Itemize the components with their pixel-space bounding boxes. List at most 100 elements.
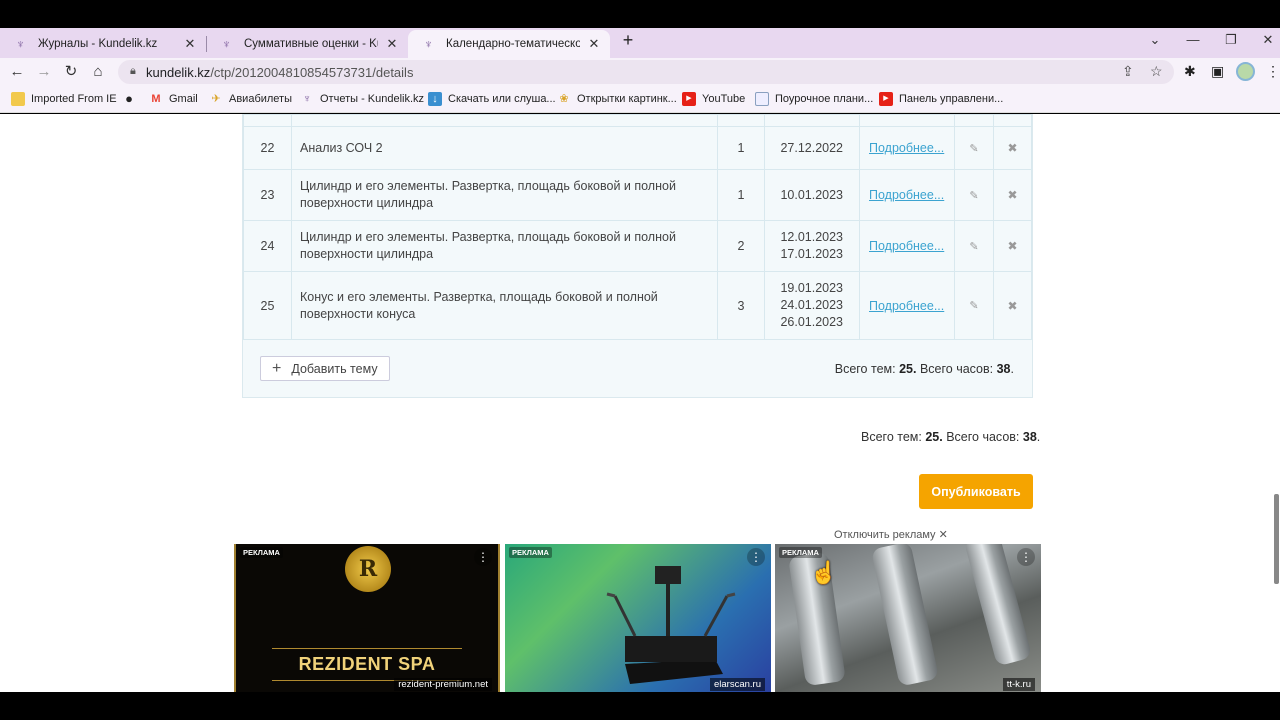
topics-label: Всего тем: bbox=[861, 430, 922, 444]
ad-domain[interactable]: elarscan.ru bbox=[710, 678, 765, 691]
lock-icon[interactable]: 🔒︎ bbox=[130, 65, 136, 78]
cell: Подробнее... bbox=[859, 220, 955, 272]
gmail-icon: M bbox=[151, 93, 161, 105]
bookmark-gmail[interactable]: M Gmail bbox=[149, 92, 197, 106]
window-close-button[interactable]: ✕ bbox=[1258, 32, 1278, 48]
bookmark-flights[interactable]: ✈ Авиабилеты bbox=[209, 92, 292, 106]
totals-end: . bbox=[1036, 430, 1041, 444]
home-icon[interactable]: ⌂ bbox=[89, 63, 107, 81]
close-icon[interactable]: ✕ bbox=[182, 36, 198, 52]
details-link[interactable]: Подробнее... bbox=[869, 141, 944, 155]
navigation-bar: ← → ↻ ⌂ 🔒︎ kundelik.kz/ctp/2012004810854… bbox=[0, 58, 1280, 86]
row-number: 24 bbox=[243, 220, 292, 272]
publish-button[interactable]: Опубликовать bbox=[919, 474, 1033, 509]
delete-icon[interactable]: ✖ bbox=[993, 220, 1032, 272]
bookmark-label: Imported From IE bbox=[31, 93, 117, 105]
delete-icon[interactable]: ✖ bbox=[993, 169, 1032, 221]
download-icon: ↓ bbox=[428, 92, 442, 106]
ad-banner-elarscan[interactable]: РЕКЛАМА ⋮ elarscan.ru bbox=[505, 544, 771, 692]
details-link[interactable]: Подробнее... bbox=[869, 188, 944, 202]
topic-name: Анализ СОЧ 2 bbox=[291, 126, 718, 170]
scrollbar[interactable] bbox=[1274, 494, 1279, 584]
topics-card: 22 Анализ СОЧ 2 1 27.12.2022 Подробнее..… bbox=[242, 114, 1033, 398]
add-topic-label: Добавить тему bbox=[291, 361, 378, 376]
close-icon[interactable]: ✕ bbox=[586, 36, 602, 52]
reload-icon[interactable]: ↻ bbox=[62, 63, 80, 81]
new-tab-button[interactable]: + bbox=[620, 30, 636, 51]
edit-icon[interactable]: ✎ bbox=[954, 126, 994, 170]
plane-icon: ✈ bbox=[211, 93, 221, 105]
topic-date: 17.01.2023 bbox=[780, 247, 843, 261]
bookmark-label: Открытки картинк... bbox=[577, 93, 677, 105]
ad-label: РЕКЛАМА bbox=[509, 547, 552, 558]
row-number: 23 bbox=[243, 169, 292, 221]
close-icon[interactable]: ✕ bbox=[384, 36, 400, 52]
bookmark-youtube[interactable]: ▶ YouTube bbox=[682, 92, 745, 106]
edit-icon[interactable]: ✎ bbox=[954, 220, 994, 272]
more-options-icon[interactable]: ⋮ bbox=[1017, 548, 1035, 566]
details-link[interactable]: Подробнее... bbox=[869, 299, 944, 313]
ad-domain[interactable]: tt-k.ru bbox=[1002, 678, 1035, 691]
edit-icon[interactable]: ✎ bbox=[954, 271, 994, 340]
table-row: 22 Анализ СОЧ 2 1 27.12.2022 Подробнее..… bbox=[243, 126, 1032, 170]
maximize-button[interactable]: ❐ bbox=[1221, 32, 1241, 48]
topic-dates: 12.01.2023 17.01.2023 bbox=[764, 220, 860, 272]
row-number: 22 bbox=[243, 126, 292, 170]
minimize-button[interactable]: — bbox=[1183, 32, 1203, 47]
profile-avatar[interactable] bbox=[1236, 62, 1255, 81]
extensions-icon[interactable]: ✱ bbox=[1184, 63, 1196, 80]
menu-icon[interactable]: ⋮ bbox=[1266, 63, 1280, 80]
edit-icon[interactable]: ✎ bbox=[954, 169, 994, 221]
bookmark-globe[interactable]: ● bbox=[122, 92, 142, 106]
ad-label: РЕКЛАМА bbox=[779, 547, 822, 558]
hours-count: 38 bbox=[996, 362, 1011, 376]
cell bbox=[859, 114, 955, 127]
ad-domain[interactable]: rezident-premium.net bbox=[394, 678, 492, 691]
scanner-image bbox=[606, 566, 736, 684]
topic-hours: 2 bbox=[717, 220, 765, 272]
topic-date: 24.01.2023 bbox=[780, 298, 843, 312]
disable-ads-link[interactable]: Отключить рекламу ✕ bbox=[834, 528, 948, 541]
table-row: 25 Конус и его элементы. Развертка, площ… bbox=[243, 271, 1032, 340]
more-options-icon[interactable]: ⋮ bbox=[747, 548, 765, 566]
details-link[interactable]: Подробнее... bbox=[869, 239, 944, 253]
forward-icon[interactable]: → bbox=[35, 63, 53, 81]
topic-hours: 1 bbox=[717, 126, 765, 170]
bookmark-imported-from-ie[interactable]: Imported From IE bbox=[11, 92, 117, 106]
bookmark-download[interactable]: ↓ Скачать или слуша... bbox=[428, 92, 556, 106]
bookmark-control-panel[interactable]: ▶ Панель управлени... bbox=[879, 92, 1003, 106]
address-bar[interactable]: 🔒︎ kundelik.kz/ctp/2012004810854573731/d… bbox=[118, 60, 1174, 84]
tab-journals[interactable]: ♆ Журналы - Kundelik.kz ✕ bbox=[0, 30, 206, 58]
topic-date: 12.01.2023 bbox=[780, 230, 843, 244]
topic-date: 27.12.2022 bbox=[780, 140, 843, 155]
add-topic-button[interactable]: + Добавить тему bbox=[260, 356, 390, 381]
kundelik-icon: ♆ bbox=[424, 37, 433, 51]
topic-dates: 10.01.2023 bbox=[764, 169, 860, 221]
bookmark-reports[interactable]: ♆ Отчеты - Kundelik.kz bbox=[300, 92, 424, 106]
page-content: 22 Анализ СОЧ 2 1 27.12.2022 Подробнее..… bbox=[0, 114, 1280, 692]
delete-icon[interactable]: ✖ bbox=[993, 271, 1032, 340]
tab-calendar-plan[interactable]: ♆ Календарно-тематическое план ✕ bbox=[408, 30, 610, 58]
star-icon[interactable]: ☆ bbox=[1150, 63, 1163, 80]
rezident-logo: R bbox=[345, 546, 391, 592]
delete-icon[interactable]: ✖ bbox=[993, 126, 1032, 170]
bookmarks-bar: Imported From IE ● M Gmail ✈ Авиабилеты … bbox=[0, 86, 1280, 113]
url-host: kundelik.kz bbox=[146, 65, 211, 80]
more-options-icon[interactable]: ⋮ bbox=[474, 548, 492, 566]
hours-label: Всего часов: bbox=[919, 362, 994, 376]
topic-date: 10.01.2023 bbox=[780, 187, 843, 202]
cell bbox=[764, 114, 860, 127]
back-icon[interactable]: ← bbox=[8, 63, 26, 81]
sidebar-icon[interactable]: ▣ bbox=[1211, 63, 1224, 80]
cell: Подробнее... bbox=[859, 169, 955, 221]
youtube-icon: ▶ bbox=[879, 92, 893, 106]
tab-search-icon[interactable]: ⌄ bbox=[1145, 32, 1165, 48]
tab-title: Журналы - Kundelik.kz bbox=[38, 38, 158, 50]
topics-table: 22 Анализ СОЧ 2 1 27.12.2022 Подробнее..… bbox=[243, 114, 1032, 340]
bookmark-cards[interactable]: ❀ Открытки картинк... bbox=[557, 92, 677, 106]
tab-summative[interactable]: ♆ Суммативные оценки - Kundelik.kz ✕ bbox=[206, 30, 408, 58]
cell bbox=[993, 114, 1032, 127]
ad-banner-rezident[interactable]: R REZIDENT SPA РЕКЛАМА ⋮ rezident-premiu… bbox=[234, 544, 500, 692]
share-icon[interactable]: ⇪ bbox=[1122, 63, 1134, 80]
bookmark-lesson-plan[interactable]: Поурочное плани... bbox=[755, 92, 873, 106]
